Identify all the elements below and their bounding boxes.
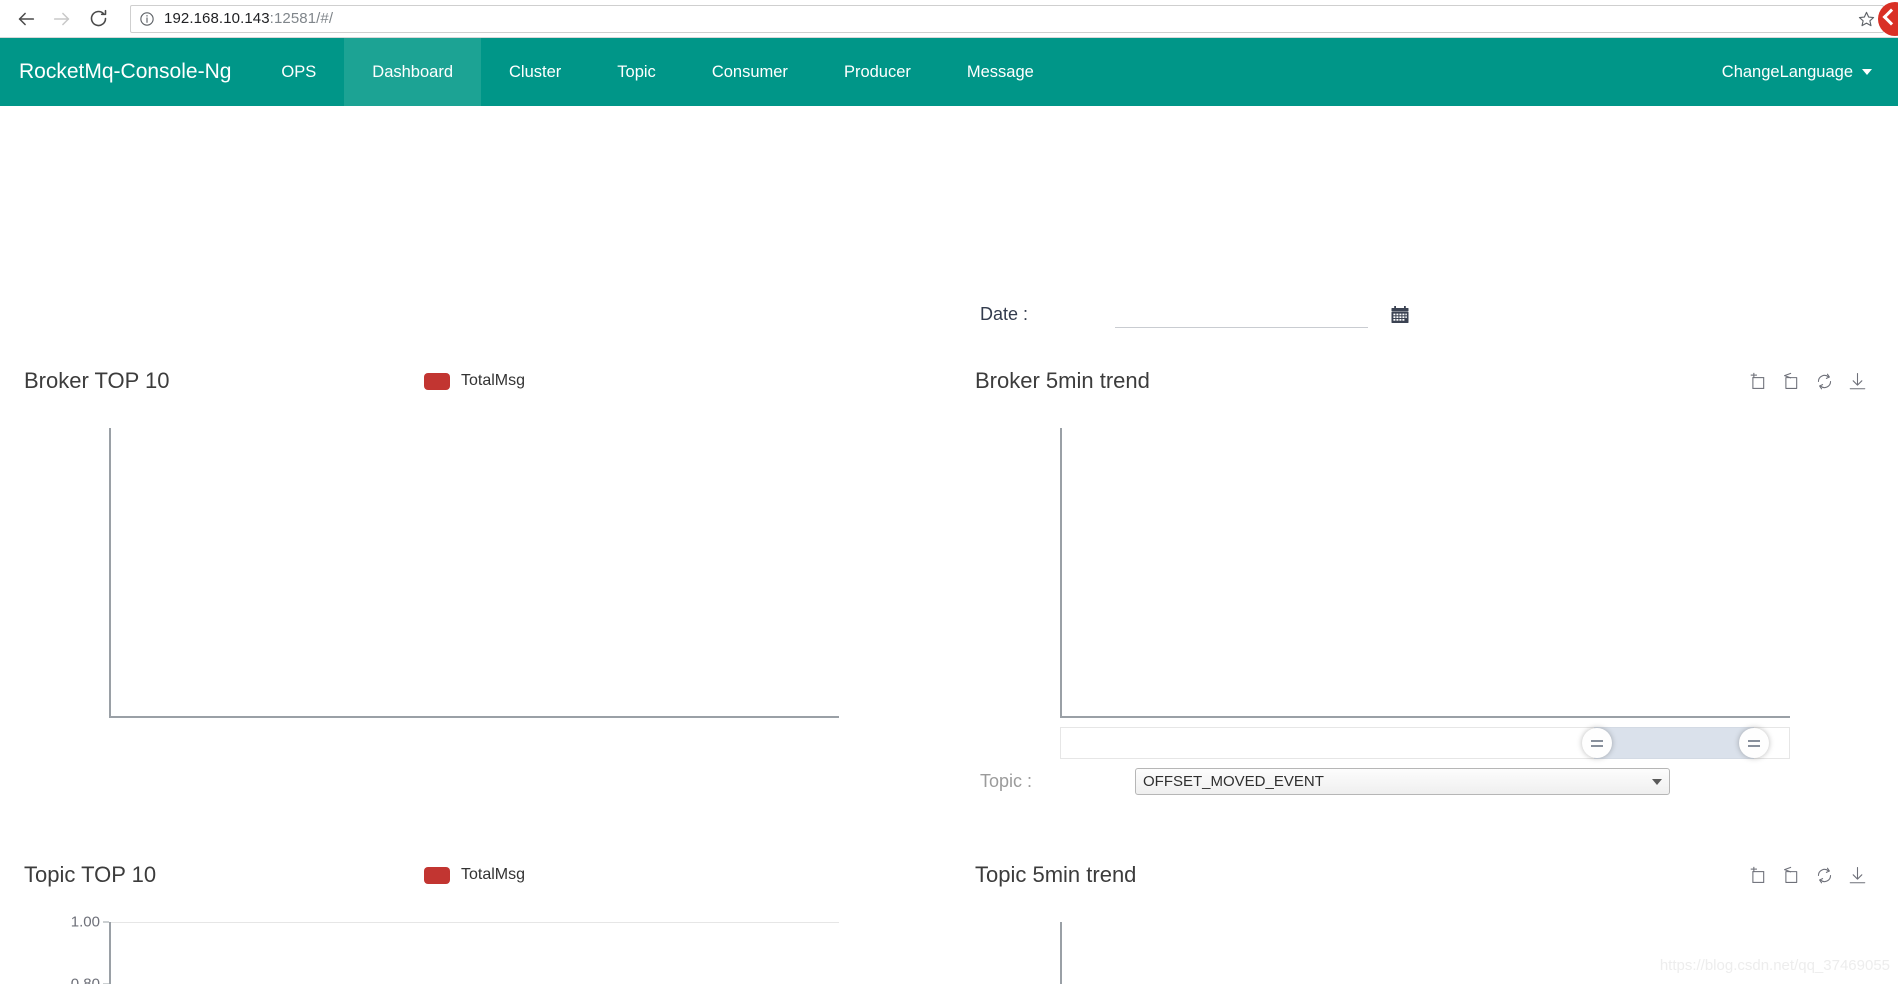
- legend-swatch-totalmsg: [424, 372, 450, 390]
- panel-header: Broker 5min trend: [975, 364, 1875, 398]
- browser-toolbar: 192.168.10.143:12581/#/: [0, 0, 1898, 38]
- panel-header: Topic TOP 10 TotalMsg: [24, 858, 894, 892]
- url-path: :12581/#/: [269, 10, 334, 27]
- address-bar[interactable]: 192.168.10.143:12581/#/: [130, 4, 1884, 33]
- nav-links: OPS Dashboard Cluster Topic Consumer Pro…: [253, 38, 1061, 106]
- data-zoom-icon[interactable]: [1749, 372, 1768, 391]
- url-host: 192.168.10.143: [164, 10, 270, 27]
- y-tick-label: 1.00: [70, 913, 100, 931]
- info-circle-icon[interactable]: [139, 11, 155, 27]
- data-zoom-slider[interactable]: [1060, 727, 1790, 759]
- nav-item-consumer[interactable]: Consumer: [684, 38, 816, 106]
- y-axis-line: [1060, 428, 1062, 718]
- download-icon[interactable]: [1848, 866, 1867, 885]
- url-text: 192.168.10.143:12581/#/: [164, 10, 333, 27]
- y-tick-label: 0.80: [70, 975, 100, 984]
- nav-item-cluster[interactable]: Cluster: [481, 38, 589, 106]
- app-navbar: RocketMq-Console-Ng OPS Dashboard Cluste…: [0, 38, 1898, 106]
- chart-toolbox: [1749, 866, 1867, 885]
- data-zoom-handle-right[interactable]: [1739, 728, 1770, 758]
- legend-label-totalmsg: TotalMsg: [461, 372, 526, 389]
- chart-plot-topic-top-10[interactable]: 1.00 0.80 0.60: [71, 914, 839, 984]
- nav-item-producer[interactable]: Producer: [816, 38, 939, 106]
- topic-filter-row: Topic : OFFSET_MOVED_EVENT: [980, 768, 1670, 795]
- nav-item-topic[interactable]: Topic: [589, 38, 684, 106]
- forward-arrow-icon[interactable]: [44, 4, 80, 34]
- nav-item-message[interactable]: Message: [939, 38, 1062, 106]
- x-axis-line: [109, 716, 839, 718]
- panel-title-broker-top-10: Broker TOP 10: [24, 368, 170, 393]
- chevron-down-icon: [1862, 69, 1872, 75]
- panel-title-topic-top-10: Topic TOP 10: [24, 862, 157, 887]
- chart-plot-broker-top-10[interactable]: [109, 428, 839, 718]
- legend-swatch-totalmsg: [424, 866, 450, 884]
- slider-handle-icon: [1590, 739, 1603, 747]
- zoom-restore-icon[interactable]: [1782, 866, 1801, 885]
- reload-icon[interactable]: [80, 4, 116, 34]
- panel-broker-top-10: Broker TOP 10 TotalMsg: [24, 364, 894, 718]
- download-icon[interactable]: [1848, 372, 1867, 391]
- data-zoom-icon[interactable]: [1749, 866, 1768, 885]
- bookmark-star-icon[interactable]: [1858, 10, 1875, 27]
- panel-header: Broker TOP 10 TotalMsg: [24, 364, 894, 398]
- y-axis-line: [1060, 922, 1062, 984]
- watermark-text: https://blog.csdn.net/qq_37469055: [1659, 957, 1890, 974]
- x-axis-line: [1060, 716, 1790, 718]
- calendar-icon[interactable]: [1390, 305, 1410, 325]
- topic-label: Topic :: [980, 771, 1033, 791]
- panel-topic-top-10: Topic TOP 10 TotalMsg 1.00 0.80 0.60: [24, 858, 894, 984]
- refresh-icon[interactable]: [1815, 372, 1834, 391]
- y-axis-line: [109, 428, 111, 718]
- chart-legend[interactable]: TotalMsg: [424, 866, 525, 884]
- brand-title[interactable]: RocketMq-Console-Ng: [0, 38, 253, 106]
- topic-select-wrapper: OFFSET_MOVED_EVENT: [1135, 768, 1670, 795]
- chart-plot-broker-5min-trend[interactable]: [1060, 428, 1790, 718]
- date-filter-row: Date :: [980, 302, 1450, 328]
- topic-select[interactable]: OFFSET_MOVED_EVENT: [1135, 768, 1670, 795]
- panel-title-topic-5min-trend: Topic 5min trend: [975, 862, 1137, 887]
- back-arrow-icon[interactable]: [8, 4, 44, 34]
- panel-broker-5min-trend: Broker 5min trend Topic: OFFSET_MOVED_E…: [975, 364, 1875, 795]
- nav-item-ops[interactable]: OPS: [253, 38, 344, 106]
- change-language-dropdown[interactable]: ChangeLanguage: [1702, 38, 1898, 106]
- chart-plot-topic-5min-trend[interactable]: [1060, 922, 1790, 984]
- data-zoom-handle-left[interactable]: [1581, 728, 1612, 758]
- legend-label-totalmsg: TotalMsg: [461, 866, 526, 883]
- change-language-label: ChangeLanguage: [1721, 62, 1853, 81]
- nav-item-dashboard[interactable]: Dashboard: [344, 38, 482, 106]
- refresh-icon[interactable]: [1815, 866, 1834, 885]
- chart-toolbox: [1749, 372, 1867, 391]
- data-zoom-selection[interactable]: [1593, 727, 1755, 759]
- gridline: [109, 922, 839, 923]
- panel-header: Topic 5min trend: [975, 858, 1875, 892]
- date-label: Date :: [980, 304, 1029, 324]
- date-input[interactable]: [1115, 302, 1368, 328]
- panel-title-broker-5min-trend: Broker 5min trend: [975, 368, 1150, 393]
- dashboard-page: Date : Broker TOP 10 TotalMsg Broker 5mi…: [0, 106, 1898, 984]
- y-axis-line: [109, 922, 111, 984]
- chart-legend[interactable]: TotalMsg: [424, 372, 525, 390]
- zoom-restore-icon[interactable]: [1782, 372, 1801, 391]
- slider-handle-icon: [1748, 739, 1761, 747]
